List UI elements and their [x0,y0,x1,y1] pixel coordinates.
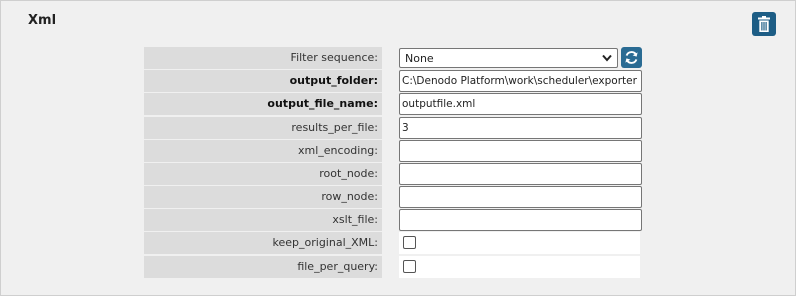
xml-exporter-panel: Xml Filter sequence: None output_folder:… [0,0,796,296]
keep-original-xml-checkbox[interactable] [403,236,416,249]
output-file-name-label: output_file_name: [144,93,382,115]
filter-sequence-select[interactable]: None [399,48,618,68]
refresh-icon [625,51,638,64]
keep-original-xml-label: keep_original_XML: [144,232,382,254]
results-per-file-label: results_per_file: [144,117,382,139]
output-folder-input[interactable] [399,70,642,92]
output-folder-label: output_folder: [144,70,382,92]
filter-sequence-label: Filter sequence: [144,47,382,69]
chevron-down-icon [602,54,612,62]
file-per-query-checkbox[interactable] [403,260,416,273]
filter-sequence-selected-value: None [405,52,434,65]
delete-button[interactable] [752,12,776,36]
panel-title: Xml [28,13,57,28]
root-node-label: root_node: [144,163,382,185]
root-node-input[interactable] [399,163,642,185]
xslt-file-label: xslt_file: [144,209,382,231]
output-file-name-input[interactable] [399,93,642,115]
results-per-file-input[interactable] [399,117,642,139]
xml-encoding-label: xml_encoding: [144,140,382,162]
trash-icon [758,16,770,32]
keep-original-xml-cell [399,232,640,254]
file-per-query-label: file_per_query: [144,256,382,278]
xslt-file-input[interactable] [399,209,642,231]
xml-encoding-input[interactable] [399,140,642,162]
row-node-label: row_node: [144,186,382,208]
file-per-query-cell [399,256,640,278]
refresh-button[interactable] [621,47,642,68]
row-node-input[interactable] [399,186,642,208]
